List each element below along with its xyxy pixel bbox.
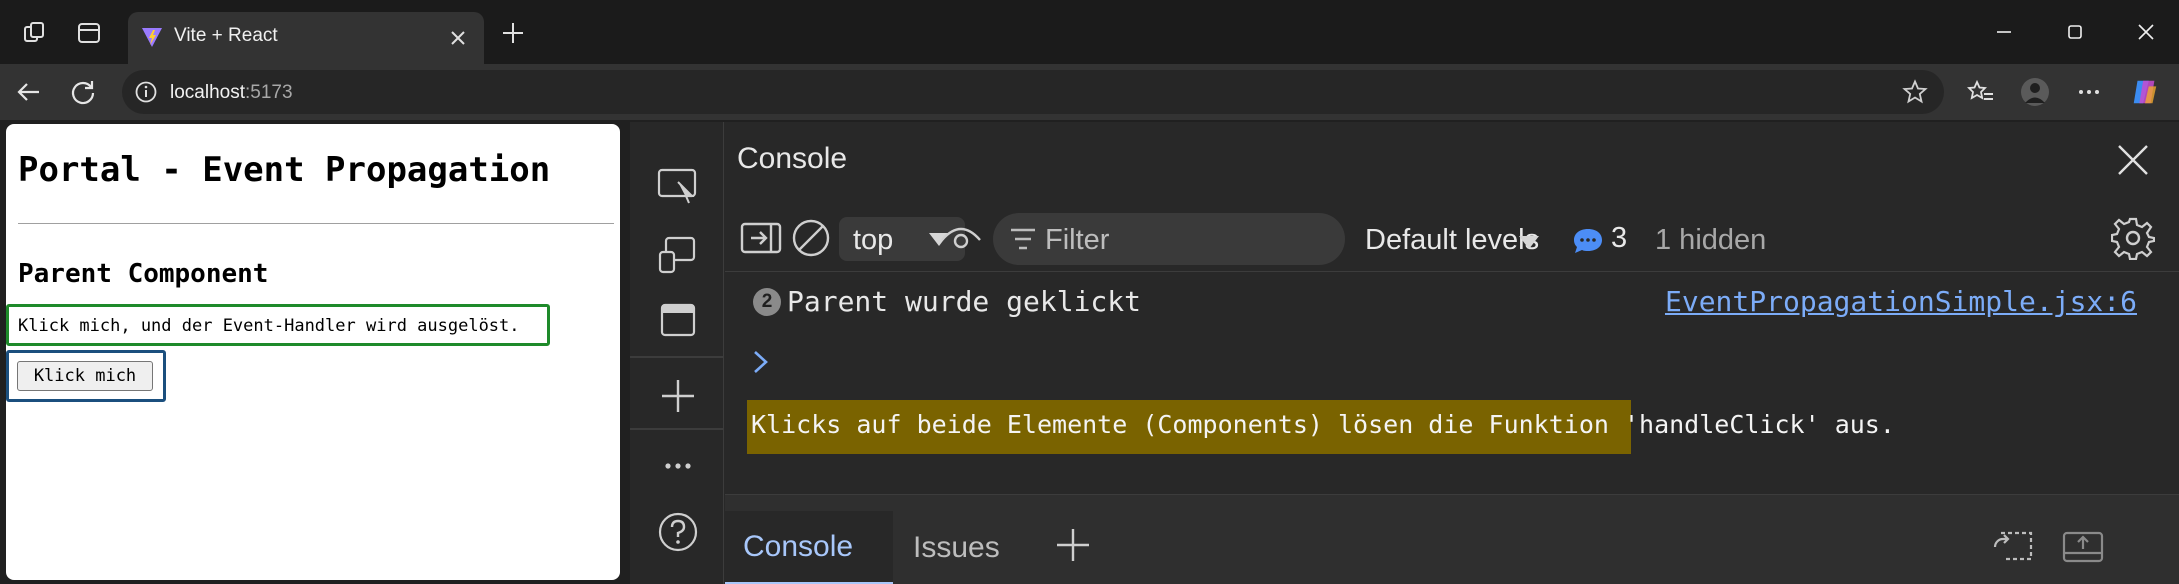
maximize-icon[interactable] xyxy=(2059,16,2091,48)
devtools-panel: Console top Filter Default levels 3 1 hi… xyxy=(630,122,2179,584)
drawer-tab-issues[interactable]: Issues xyxy=(895,511,1018,584)
profile-avatar[interactable] xyxy=(2020,77,2050,107)
messages-bubble-icon[interactable] xyxy=(1571,226,1605,256)
log-levels-dropdown[interactable]: Default levels xyxy=(1365,224,1539,257)
context-selector-value: top xyxy=(853,224,894,256)
annotation-text: Klicks auf beide Elemente (Components) l… xyxy=(751,410,1895,439)
clear-console-icon[interactable] xyxy=(789,216,833,260)
filter-placeholder: Filter xyxy=(1045,224,1110,256)
refresh-icon[interactable] xyxy=(68,77,98,107)
undock-drawer-icon[interactable] xyxy=(1991,529,2035,565)
live-expression-eye-icon[interactable] xyxy=(939,216,983,260)
console-settings-gear-icon[interactable] xyxy=(2111,216,2155,260)
close-devtools-icon[interactable] xyxy=(2113,140,2153,180)
filter-input[interactable]: Filter xyxy=(993,213,1345,265)
console-panel-title: Console xyxy=(737,142,848,175)
close-window-icon[interactable] xyxy=(2130,16,2162,48)
info-icon[interactable] xyxy=(134,80,158,104)
devtools-sidebar xyxy=(630,122,724,584)
help-icon[interactable] xyxy=(656,510,700,554)
more-tools-icon[interactable] xyxy=(656,444,700,488)
parent-message-text: Klick mich, und der Event-Handler wird a… xyxy=(18,316,520,336)
workspaces-icon[interactable] xyxy=(20,18,50,48)
portal-button-container[interactable]: Klick mich xyxy=(6,350,166,402)
page-viewport: Portal - Event Propagation Parent Compon… xyxy=(6,124,620,580)
panel-layout-icon[interactable] xyxy=(656,298,700,342)
console-panel: Console top Filter Default levels 3 1 hi… xyxy=(725,122,2179,584)
inspect-element-icon[interactable] xyxy=(656,164,700,208)
dock-drawer-icon[interactable] xyxy=(2061,529,2105,565)
title-bar: Vite + React xyxy=(0,0,2179,64)
parent-component-heading: Parent Component xyxy=(18,259,269,289)
chevron-down-icon[interactable] xyxy=(1517,234,1541,250)
copilot-icon[interactable] xyxy=(2130,77,2160,107)
address-bar[interactable]: localhost:5173 xyxy=(122,70,1944,114)
minimize-icon[interactable] xyxy=(1988,16,2020,48)
url-text[interactable]: localhost:5173 xyxy=(170,82,293,104)
divider xyxy=(18,223,614,224)
browser-tab[interactable]: Vite + React xyxy=(128,12,484,64)
favorite-star-icon[interactable] xyxy=(1902,79,1928,105)
console-prompt-chevron-icon[interactable] xyxy=(751,348,771,376)
message-count[interactable]: 3 xyxy=(1611,222,1627,255)
filter-icon xyxy=(1011,228,1035,250)
annotation-highlight: Klicks auf beide Elemente (Components) l… xyxy=(747,400,1895,454)
more-options-icon[interactable] xyxy=(2074,77,2104,107)
click-me-button[interactable]: Klick mich xyxy=(17,361,153,391)
vertical-tabs-icon[interactable] xyxy=(74,18,104,48)
new-tab-icon[interactable] xyxy=(500,20,526,46)
repeat-count-badge: 2 xyxy=(753,288,781,316)
hidden-messages-count: 1 hidden xyxy=(1655,224,1767,256)
devtools-drawer: Console Issues xyxy=(725,494,2179,584)
navigation-bar: localhost:5173 xyxy=(0,64,2179,120)
show-sidebar-icon[interactable] xyxy=(739,216,783,260)
console-toolbar: top Filter Default levels 3 1 hidden xyxy=(725,204,2179,272)
drawer-tab-console[interactable]: Console xyxy=(725,511,893,584)
add-tool-icon[interactable] xyxy=(656,374,700,418)
sidebar-separator xyxy=(630,356,723,358)
log-message: Parent wurde geklickt xyxy=(787,285,1142,318)
page-title: Portal - Event Propagation xyxy=(18,150,551,190)
sidebar-separator xyxy=(630,428,723,430)
parent-message-box[interactable]: Klick mich, und der Event-Handler wird a… xyxy=(6,304,550,346)
add-drawer-tab-icon[interactable] xyxy=(1053,525,1093,565)
tab-title: Vite + React xyxy=(174,25,278,46)
favorites-icon[interactable] xyxy=(1966,77,1996,107)
log-source-link[interactable]: EventPropagationSimple.jsx:6 xyxy=(1665,285,2137,318)
close-tab-icon[interactable] xyxy=(446,26,470,50)
console-log-entry[interactable]: 2 Parent wurde geklickt EventPropagation… xyxy=(725,280,2179,330)
back-icon[interactable] xyxy=(14,77,44,107)
vite-logo-icon xyxy=(142,28,162,47)
device-emulation-icon[interactable] xyxy=(656,232,700,276)
